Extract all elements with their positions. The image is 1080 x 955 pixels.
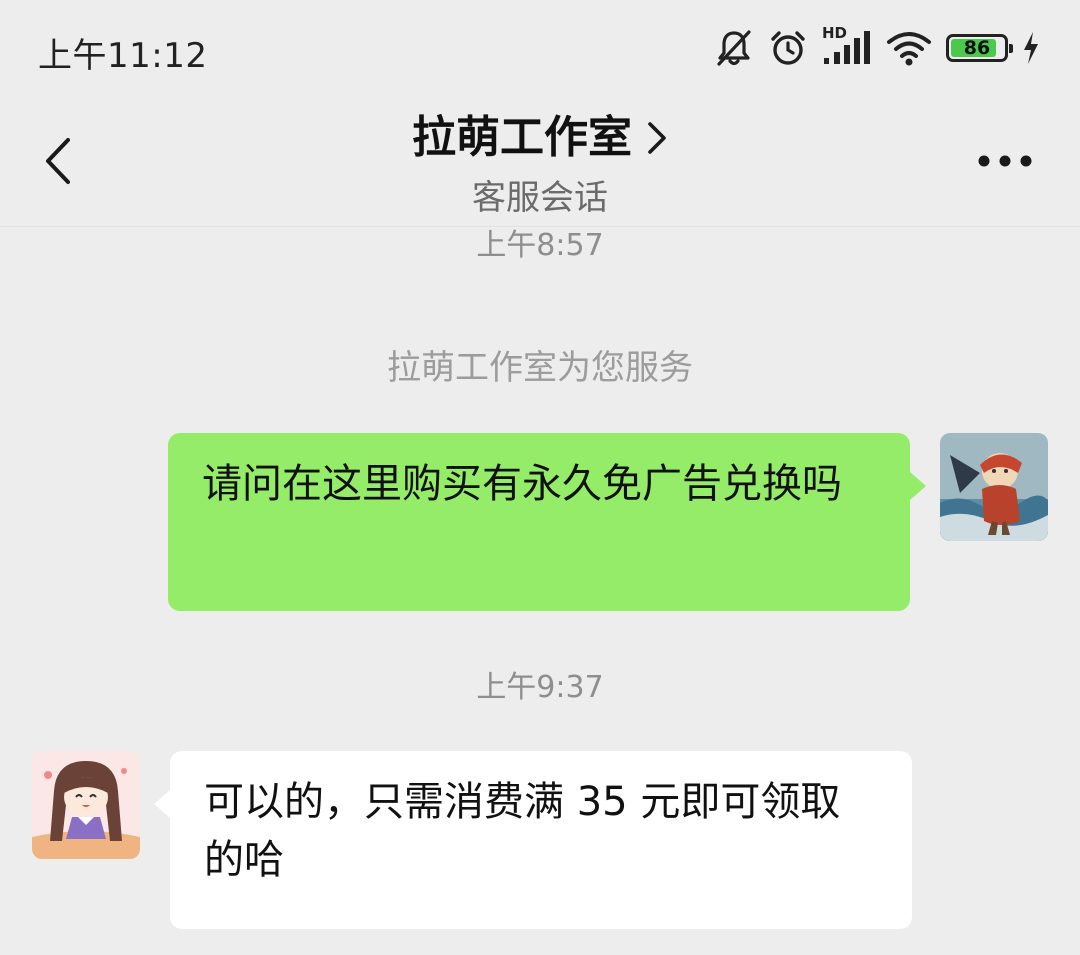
- message-timestamp: 上午9:37: [476, 670, 604, 705]
- title-group: 拉萌工作室 客服会话: [0, 110, 1080, 222]
- cellular-signal-icon: HD: [822, 24, 872, 68]
- system-notice: 拉萌工作室为您服务: [387, 348, 693, 388]
- status-time: 上午11:12: [38, 36, 208, 76]
- incoming-message-bubble[interactable]: 可以的，只需消费满 35 元即可领取的哈: [170, 751, 912, 929]
- chat-title-button[interactable]: 拉萌工作室: [412, 110, 668, 166]
- more-button[interactable]: [970, 146, 1040, 176]
- shop-avatar[interactable]: [32, 751, 140, 859]
- avatar-image: [32, 751, 140, 859]
- battery-icon: 86: [946, 34, 1013, 62]
- status-icons: HD 86: [714, 24, 1040, 70]
- alarm-clock-icon: [768, 28, 808, 68]
- chevron-right-icon: [648, 122, 666, 154]
- chat-title: 拉萌工作室: [412, 112, 632, 163]
- bell-muted-icon: [714, 28, 754, 68]
- more-dots-icon: [978, 155, 1032, 167]
- title-bar: 拉萌工作室 客服会话: [0, 96, 1080, 227]
- bubble-tail: [910, 472, 926, 500]
- avatar-image: [940, 433, 1048, 541]
- bubble-tail: [154, 790, 170, 818]
- message-timestamp: 上午8:57: [476, 228, 604, 263]
- message-text: 可以的，只需消费满 35 元即可领取的哈: [204, 779, 841, 883]
- battery-level: 86: [963, 37, 991, 59]
- message-text: 请问在这里购买有永久免广告兑换吗: [202, 461, 842, 507]
- charging-bolt-icon: [1022, 31, 1040, 65]
- chat-screen: 上午11:12 HD 86 拉萌工作室 客服会话 上午8:57 拉萌工作室为您服…: [0, 0, 1080, 955]
- chat-subtitle: 客服会话: [472, 178, 608, 218]
- wifi-icon: [886, 28, 932, 68]
- outgoing-message-bubble[interactable]: 请问在这里购买有永久免广告兑换吗: [168, 433, 910, 611]
- status-bar: 上午11:12 HD 86: [0, 0, 1080, 96]
- battery-cap: [1009, 44, 1013, 53]
- my-avatar[interactable]: [940, 433, 1048, 541]
